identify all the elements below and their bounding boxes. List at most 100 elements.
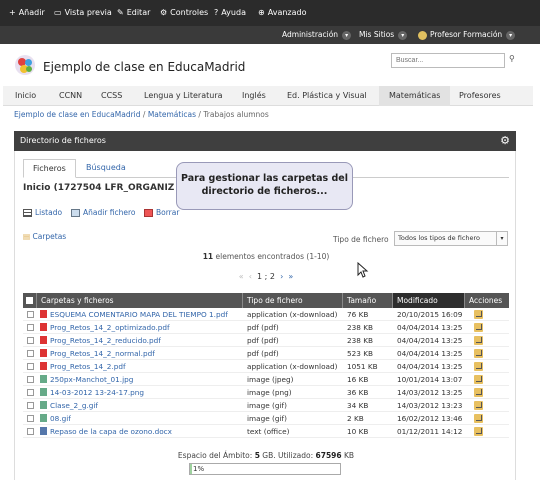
pdf-icon [40, 323, 47, 331]
pdf-icon [40, 362, 47, 370]
file-name-cell[interactable]: 08.gif [40, 412, 243, 425]
row-checkbox[interactable] [27, 428, 34, 435]
actions-menu-icon[interactable] [474, 375, 483, 384]
list-view-button[interactable]: Listado [23, 208, 62, 217]
col-size[interactable]: Tamaño [343, 293, 393, 308]
file-name-cell[interactable]: 14-03-2012 13-24-17.png [40, 386, 243, 399]
site-title: Ejemplo de clase en EducaMadrid [43, 60, 246, 74]
col-type[interactable]: Tipo de fichero [243, 293, 343, 308]
page-2-link[interactable]: 2 [270, 272, 275, 281]
file-name-cell[interactable]: Clase_2_g.gif [40, 399, 243, 412]
file-modified-cell: 14/03/2012 13:23 [397, 401, 463, 410]
col-actions: Acciones [469, 296, 503, 305]
file-name-cell[interactable]: Prog_Retos_14_2_normal.pdf [40, 347, 243, 360]
doc-icon [40, 427, 47, 435]
site-logo [15, 55, 35, 75]
chevron-down-icon: ▾ [398, 30, 408, 40]
add-button[interactable]: + Añadir [9, 8, 45, 17]
file-modified-cell: 16/02/2012 13:46 [397, 414, 463, 423]
file-modified-cell: 04/04/2014 13:25 [397, 349, 463, 358]
delete-icon [144, 209, 153, 217]
tab-ficheros[interactable]: Ficheros [23, 159, 76, 178]
tab-plastica[interactable]: Ed. Plástica y Visual [277, 86, 377, 106]
results-count: 11 elementos encontrados (1-10) [202, 252, 330, 261]
tab-ccss[interactable]: CCSS [91, 86, 132, 106]
file-modified-cell: 01/12/2011 14:12 [397, 427, 463, 436]
row-checkbox[interactable] [27, 337, 34, 344]
tab-ingles[interactable]: Inglés [232, 86, 276, 106]
advanced-button[interactable]: ⊕ Avanzado [258, 8, 307, 17]
actions-menu-icon[interactable] [474, 349, 483, 358]
actions-menu-icon[interactable] [474, 414, 483, 423]
tab-ccnn[interactable]: CCNN [49, 86, 92, 106]
file-modified-cell: 04/04/2014 13:25 [397, 323, 463, 332]
list-icon [23, 209, 32, 217]
breadcrumb-current: Trabajos alumnos [203, 110, 269, 119]
file-name-cell[interactable]: Repaso de la capa de ozono.docx [40, 425, 243, 438]
controls-button[interactable]: ⚙ Controles [160, 8, 208, 17]
gear-icon: ⚙ [160, 8, 168, 17]
col-name[interactable]: Carpetas y ficheros [37, 293, 243, 308]
row-checkbox[interactable] [27, 376, 34, 383]
actions-menu-icon[interactable] [474, 427, 483, 436]
file-type-label: Tipo de fichero [333, 235, 389, 244]
search-input[interactable] [391, 53, 505, 68]
actions-menu-icon[interactable] [474, 310, 483, 319]
folders-link[interactable]: ▤ Carpetas [23, 232, 66, 241]
my-sites-menu[interactable]: Mis Sitios ▾ [359, 30, 408, 40]
edit-button[interactable]: ✎ Editar [117, 8, 150, 17]
row-checkbox[interactable] [27, 311, 34, 318]
user-menu[interactable]: Profesor Formación ▾ [418, 30, 516, 40]
table-row: Prog_Retos_14_2_reducido.pdf pdf (pdf) 238… [23, 334, 509, 347]
add-file-button[interactable]: Añadir fichero [71, 208, 136, 217]
monitor-icon: ▭ [54, 8, 62, 17]
actions-menu-icon[interactable] [474, 323, 483, 332]
tab-busqueda[interactable]: Búsqueda [77, 159, 135, 178]
file-size-cell: 238 KB [347, 323, 374, 332]
row-checkbox[interactable] [27, 402, 34, 409]
help-button[interactable]: ? Ayuda [214, 8, 246, 17]
file-type-select[interactable]: Todos los tipos de fichero ▾ [394, 231, 508, 246]
file-type-cell: image (jpeg) [247, 375, 294, 384]
image-icon [40, 388, 47, 396]
actions-menu-icon[interactable] [474, 362, 483, 371]
row-checkbox[interactable] [27, 324, 34, 331]
file-name-cell[interactable]: Prog_Retos_14_2.pdf [40, 360, 243, 373]
row-checkbox[interactable] [27, 389, 34, 396]
file-name-cell[interactable]: Prog_Retos_14_2_reducido.pdf [40, 334, 243, 347]
actions-menu-icon[interactable] [474, 336, 483, 345]
row-checkbox[interactable] [27, 363, 34, 370]
file-type-cell: image (gif) [247, 401, 287, 410]
first-page-button[interactable]: « [239, 272, 244, 281]
preview-button[interactable]: ▭ Vista previa [54, 8, 112, 17]
tab-lengua[interactable]: Lengua y Literatura [134, 86, 233, 106]
tab-inicio[interactable]: Inicio [3, 86, 48, 106]
select-all-checkbox[interactable] [23, 293, 37, 308]
tab-matematicas[interactable]: Matemáticas [379, 86, 451, 106]
breadcrumb-link[interactable]: Ejemplo de clase en EducaMadrid [14, 110, 141, 119]
file-name-cell[interactable]: 250px-Manchot_01.jpg [40, 373, 243, 386]
pdf-icon [40, 349, 47, 357]
row-checkbox[interactable] [27, 350, 34, 357]
actions-menu-icon[interactable] [474, 401, 483, 410]
tab-profesores[interactable]: Profesores [449, 86, 511, 106]
file-name-cell[interactable]: ESQUEMA COMENTARIO MAPA DEL TIEMPO 1.pdf [40, 308, 243, 321]
page: + Añadir ▭ Vista previa ✎ Editar ⚙ Controles… [0, 0, 540, 480]
actions-menu-icon[interactable] [474, 388, 483, 397]
file-name-cell[interactable]: Prog_Retos_14_2_optimizado.pdf [40, 321, 243, 334]
row-checkbox[interactable] [27, 415, 34, 422]
avatar [418, 30, 427, 40]
add-file-icon [71, 209, 80, 217]
pdf-icon [40, 310, 47, 318]
search-icon[interactable]: ⚲ [509, 54, 515, 63]
prev-page-button[interactable]: ‹ [249, 272, 252, 281]
next-page-button[interactable]: › [280, 272, 283, 281]
admin-menu[interactable]: Administración ▾ [282, 30, 352, 40]
last-page-button[interactable]: » [288, 272, 293, 281]
col-modified[interactable]: Modificado [393, 293, 465, 308]
delete-button[interactable]: Borrar [144, 208, 179, 217]
help-icon: ? [214, 8, 219, 17]
plus-icon: + [9, 8, 16, 17]
gear-icon[interactable]: ⚙ [500, 131, 510, 151]
breadcrumb-link[interactable]: Matemáticas [148, 110, 196, 119]
